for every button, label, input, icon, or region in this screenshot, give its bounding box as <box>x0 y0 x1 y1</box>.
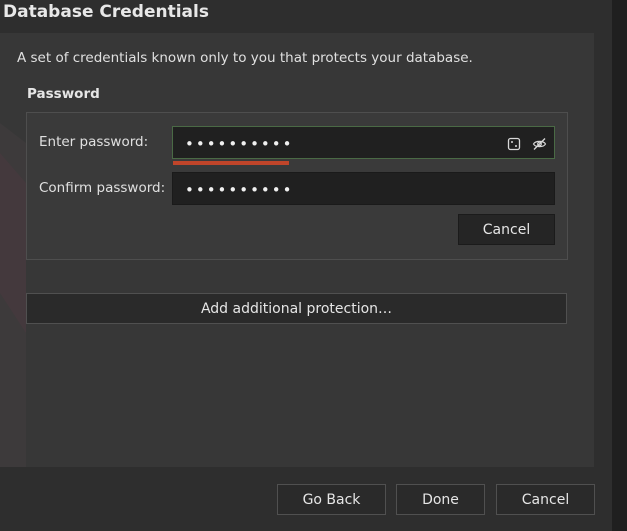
confirm-password-field[interactable]: •••••••••• <box>172 172 555 205</box>
confirm-password-value: •••••••••• <box>185 181 294 199</box>
done-button[interactable]: Done <box>396 484 485 515</box>
cancel-button[interactable]: Cancel <box>496 484 595 515</box>
password-strength-bar <box>173 161 289 165</box>
background-shape <box>0 123 26 467</box>
credentials-dialog: Database Credentials A set of credential… <box>0 0 612 531</box>
dice-icon[interactable] <box>507 136 521 151</box>
confirm-password-label: Confirm password: <box>39 180 166 196</box>
password-group: Enter password: •••••••••• Confirm passw… <box>26 112 568 260</box>
dialog-title: Database Credentials <box>3 2 209 22</box>
dialog-description: A set of credentials known only to you t… <box>17 50 473 66</box>
password-section-label: Password <box>27 86 100 102</box>
enter-password-value: •••••••••• <box>185 135 294 153</box>
eye-slash-icon[interactable] <box>532 136 547 150</box>
enter-password-label: Enter password: <box>39 134 149 150</box>
dialog-content: A set of credentials known only to you t… <box>0 33 594 467</box>
add-protection-button[interactable]: Add additional protection… <box>26 293 567 324</box>
go-back-button[interactable]: Go Back <box>277 484 386 515</box>
dialog-footer: Go Back Done Cancel <box>0 467 612 531</box>
cancel-password-button[interactable]: Cancel <box>458 214 555 245</box>
enter-password-field[interactable]: •••••••••• <box>172 126 555 165</box>
